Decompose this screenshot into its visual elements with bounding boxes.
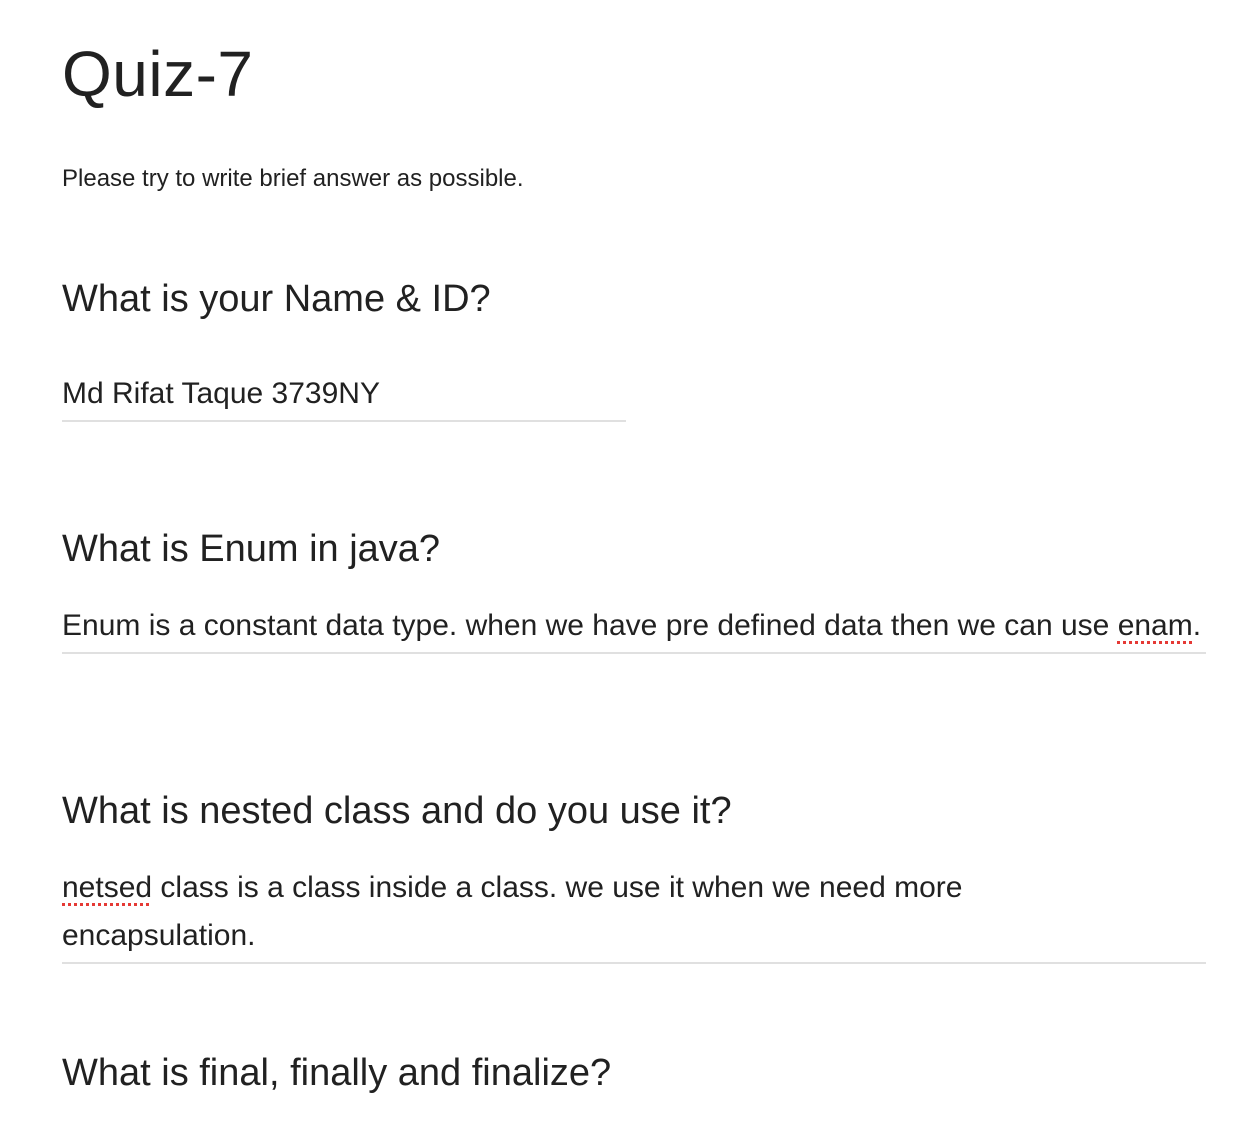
question-title: What is nested class and do you use it? (62, 790, 732, 832)
question-title: What is final, finally and finalize? (62, 1052, 612, 1094)
answer-text-tail: . (1192, 609, 1202, 642)
answer-text: class is a class inside a class. we use … (62, 871, 963, 952)
misspelled-word[interactable]: enam (1118, 609, 1193, 642)
answer-text: Md Rifat Taque 3739NY (62, 377, 380, 410)
question-name-id: What is your Name & ID? Md Rifat Taque 3… (62, 276, 1206, 422)
misspelled-word[interactable]: netsed (62, 871, 152, 904)
answer-nested-class-field[interactable]: netsed class is a class inside a class. … (62, 864, 1206, 964)
question-final: What is final, finally and finalize? (62, 1050, 1206, 1096)
form-title: Quiz-7 (62, 38, 254, 110)
question-title: What is your Name & ID? (62, 278, 491, 320)
question-enum: What is Enum in java? Enum is a constant… (62, 526, 1206, 654)
question-nested-class: What is nested class and do you use it? … (62, 788, 1206, 964)
answer-text: Enum is a constant data type. when we ha… (62, 609, 1118, 642)
answer-name-id-field[interactable]: Md Rifat Taque 3739NY (62, 370, 626, 422)
answer-enum-field[interactable]: Enum is a constant data type. when we ha… (62, 602, 1206, 654)
question-title: What is Enum in java? (62, 528, 441, 570)
form-description: Please try to write brief answer as poss… (62, 165, 524, 192)
